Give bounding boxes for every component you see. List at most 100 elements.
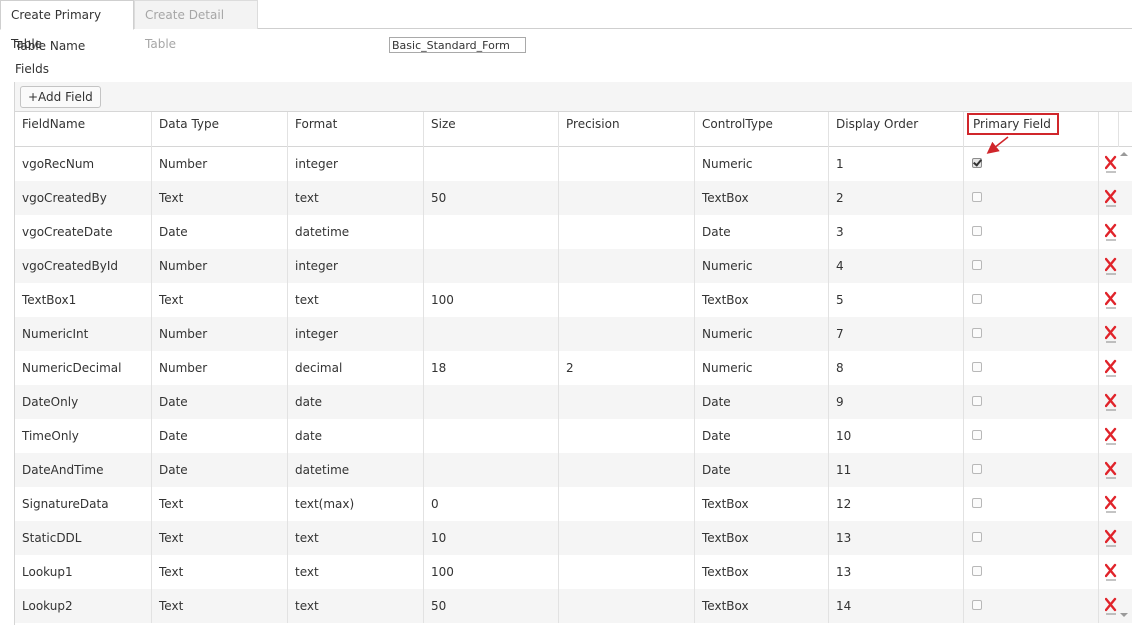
table-row[interactable]: TimeOnly Date date Date 10 bbox=[15, 419, 1132, 453]
cell-control-type[interactable]: TextBox bbox=[695, 181, 829, 215]
cell-format[interactable]: integer bbox=[288, 249, 424, 283]
cell-fieldname[interactable]: DateAndTime bbox=[15, 453, 152, 487]
cell-size[interactable] bbox=[424, 317, 559, 351]
cell-display-order[interactable]: 14 bbox=[829, 589, 964, 623]
add-field-button[interactable]: +Add Field bbox=[20, 86, 101, 108]
table-row[interactable]: NumericInt Number integer Numeric 7 bbox=[15, 317, 1132, 351]
cell-display-order[interactable]: 8 bbox=[829, 351, 964, 385]
tab-create-primary-table[interactable]: Create Primary Table bbox=[0, 0, 134, 51]
primary-field-checkbox[interactable] bbox=[972, 260, 982, 270]
primary-field-checkbox[interactable] bbox=[972, 226, 982, 236]
cell-precision[interactable] bbox=[559, 555, 695, 589]
grid-scrollbar[interactable] bbox=[1116, 147, 1132, 625]
primary-field-checkbox[interactable] bbox=[972, 600, 982, 610]
cell-data-type[interactable]: Number bbox=[152, 317, 288, 351]
cell-fieldname[interactable]: TextBox1 bbox=[15, 283, 152, 317]
cell-control-type[interactable]: TextBox bbox=[695, 555, 829, 589]
cell-data-type[interactable]: Number bbox=[152, 351, 288, 385]
table-name-input[interactable] bbox=[389, 37, 526, 53]
cell-data-type[interactable]: Text bbox=[152, 181, 288, 215]
cell-fieldname[interactable]: vgoRecNum bbox=[15, 147, 152, 181]
cell-display-order[interactable]: 1 bbox=[829, 147, 964, 181]
primary-field-checkbox[interactable] bbox=[972, 294, 982, 304]
cell-fieldname[interactable]: Lookup1 bbox=[15, 555, 152, 589]
cell-data-type[interactable]: Date bbox=[152, 215, 288, 249]
cell-precision[interactable] bbox=[559, 419, 695, 453]
table-row[interactable]: vgoCreatedBy Text text 50 TextBox 2 bbox=[15, 181, 1132, 215]
cell-display-order[interactable]: 11 bbox=[829, 453, 964, 487]
primary-field-checkbox[interactable] bbox=[972, 498, 982, 508]
cell-format[interactable]: text bbox=[288, 181, 424, 215]
cell-data-type[interactable]: Date bbox=[152, 453, 288, 487]
cell-format[interactable]: integer bbox=[288, 317, 424, 351]
cell-control-type[interactable]: Date bbox=[695, 453, 829, 487]
cell-format[interactable]: datetime bbox=[288, 215, 424, 249]
cell-size[interactable]: 50 bbox=[424, 181, 559, 215]
primary-field-checkbox[interactable] bbox=[972, 532, 982, 542]
cell-display-order[interactable]: 13 bbox=[829, 521, 964, 555]
cell-size[interactable] bbox=[424, 385, 559, 419]
cell-control-type[interactable]: Date bbox=[695, 385, 829, 419]
cell-data-type[interactable]: Number bbox=[152, 147, 288, 181]
cell-control-type[interactable]: Numeric bbox=[695, 249, 829, 283]
cell-data-type[interactable]: Text bbox=[152, 487, 288, 521]
primary-field-checkbox[interactable] bbox=[972, 328, 982, 338]
table-row[interactable]: vgoRecNum Number integer Numeric 1 bbox=[15, 147, 1132, 181]
table-row[interactable]: DateAndTime Date datetime Date 11 bbox=[15, 453, 1132, 487]
cell-precision[interactable]: 2 bbox=[559, 351, 695, 385]
cell-display-order[interactable]: 4 bbox=[829, 249, 964, 283]
cell-format[interactable]: text bbox=[288, 283, 424, 317]
cell-control-type[interactable]: TextBox bbox=[695, 487, 829, 521]
cell-data-type[interactable]: Date bbox=[152, 385, 288, 419]
cell-precision[interactable] bbox=[559, 147, 695, 181]
cell-fieldname[interactable]: SignatureData bbox=[15, 487, 152, 521]
table-row[interactable]: NumericDecimal Number decimal 18 2 Numeric 8 bbox=[15, 351, 1132, 385]
cell-display-order[interactable]: 7 bbox=[829, 317, 964, 351]
cell-precision[interactable] bbox=[559, 181, 695, 215]
cell-fieldname[interactable]: vgoCreatedBy bbox=[15, 181, 152, 215]
cell-precision[interactable] bbox=[559, 317, 695, 351]
cell-size[interactable] bbox=[424, 147, 559, 181]
cell-control-type[interactable]: Date bbox=[695, 419, 829, 453]
cell-display-order[interactable]: 9 bbox=[829, 385, 964, 419]
cell-size[interactable]: 18 bbox=[424, 351, 559, 385]
table-row[interactable]: TextBox1 Text text 100 TextBox 5 bbox=[15, 283, 1132, 317]
cell-size[interactable]: 100 bbox=[424, 555, 559, 589]
cell-data-type[interactable]: Text bbox=[152, 283, 288, 317]
cell-precision[interactable] bbox=[559, 249, 695, 283]
cell-data-type[interactable]: Text bbox=[152, 555, 288, 589]
table-row[interactable]: DateOnly Date date Date 9 bbox=[15, 385, 1132, 419]
cell-control-type[interactable]: TextBox bbox=[695, 589, 829, 623]
cell-format[interactable]: datetime bbox=[288, 453, 424, 487]
cell-data-type[interactable]: Date bbox=[152, 419, 288, 453]
cell-data-type[interactable]: Text bbox=[152, 589, 288, 623]
scroll-down-arrow-icon[interactable] bbox=[1120, 613, 1128, 617]
primary-field-checkbox[interactable] bbox=[972, 192, 982, 202]
cell-fieldname[interactable]: NumericInt bbox=[15, 317, 152, 351]
cell-format[interactable]: integer bbox=[288, 147, 424, 181]
cell-size[interactable]: 0 bbox=[424, 487, 559, 521]
cell-size[interactable] bbox=[424, 215, 559, 249]
cell-fieldname[interactable]: StaticDDL bbox=[15, 521, 152, 555]
cell-size[interactable]: 100 bbox=[424, 283, 559, 317]
tab-create-detail-table[interactable]: Create Detail Table bbox=[134, 0, 258, 51]
cell-fieldname[interactable]: TimeOnly bbox=[15, 419, 152, 453]
table-row[interactable]: Lookup2 Text text 50 TextBox 14 bbox=[15, 589, 1132, 623]
table-row[interactable]: vgoCreatedById Number integer Numeric 4 bbox=[15, 249, 1132, 283]
cell-data-type[interactable]: Number bbox=[152, 249, 288, 283]
cell-display-order[interactable]: 3 bbox=[829, 215, 964, 249]
scroll-up-arrow-icon[interactable] bbox=[1120, 152, 1128, 156]
cell-format[interactable]: date bbox=[288, 385, 424, 419]
cell-fieldname[interactable]: NumericDecimal bbox=[15, 351, 152, 385]
cell-control-type[interactable]: Numeric bbox=[695, 147, 829, 181]
cell-precision[interactable] bbox=[559, 283, 695, 317]
primary-field-checkbox[interactable] bbox=[972, 396, 982, 406]
cell-display-order[interactable]: 2 bbox=[829, 181, 964, 215]
cell-precision[interactable] bbox=[559, 589, 695, 623]
cell-format[interactable]: date bbox=[288, 419, 424, 453]
table-row[interactable]: StaticDDL Text text 10 TextBox 13 bbox=[15, 521, 1132, 555]
cell-fieldname[interactable]: DateOnly bbox=[15, 385, 152, 419]
primary-field-checkbox[interactable] bbox=[972, 362, 982, 372]
cell-format[interactable]: decimal bbox=[288, 351, 424, 385]
cell-size[interactable] bbox=[424, 419, 559, 453]
